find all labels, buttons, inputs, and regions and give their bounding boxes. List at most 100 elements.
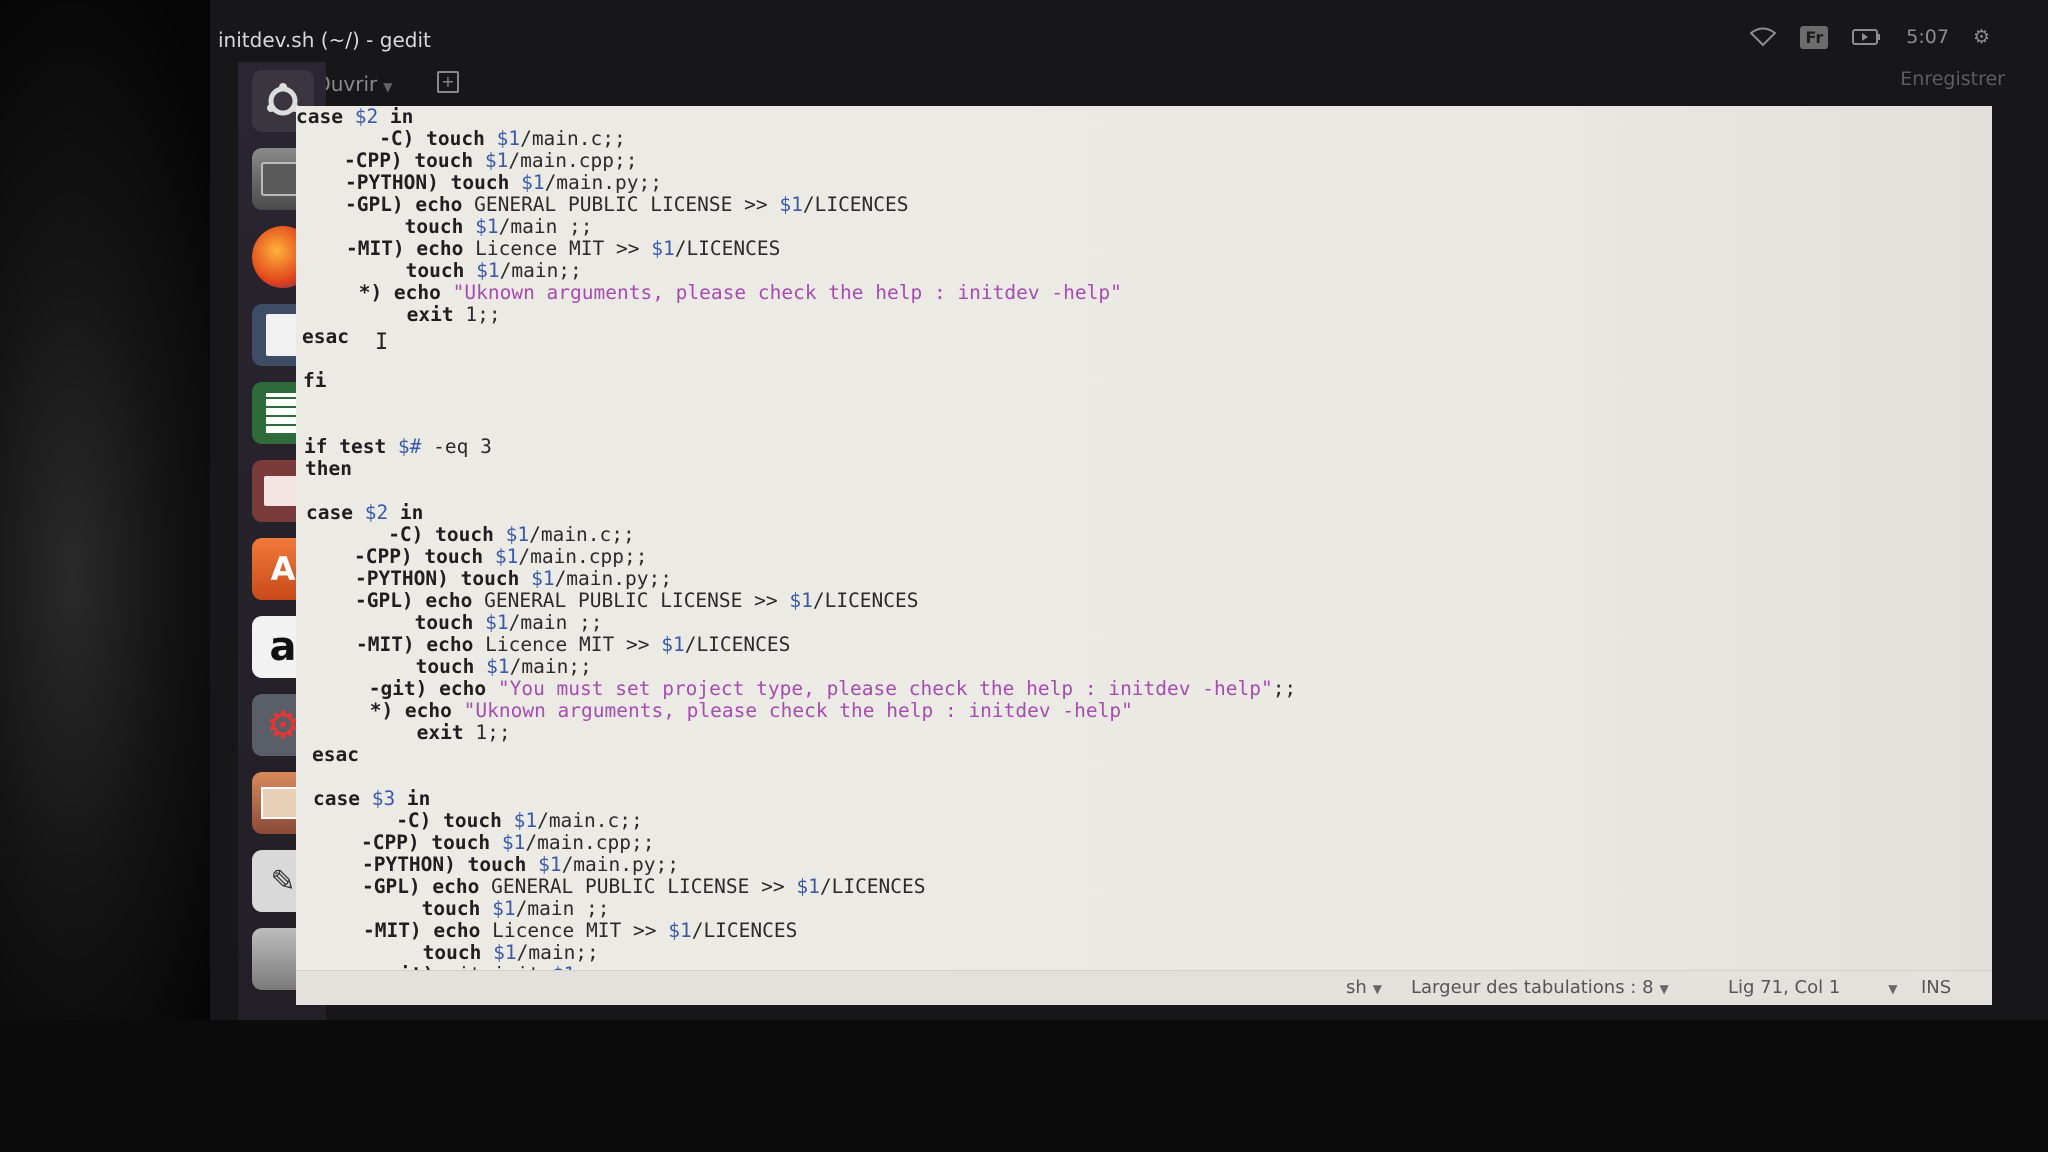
code-text: 1;;: [475, 721, 511, 744]
clock-text: 5:07: [1906, 26, 1949, 48]
code-text: /LICENCES: [802, 193, 909, 216]
text-editor[interactable]: case $2 in -C) touch $1/main.c;; -CPP) t…: [296, 106, 1992, 996]
code-line[interactable]: *) echo "Uknown arguments, please check …: [296, 700, 1296, 722]
code-line[interactable]: case $2 in: [296, 502, 1296, 524]
code-keyword: touch: [414, 611, 486, 634]
code-variable: $1: [476, 259, 500, 282]
code-text: /main ;;: [515, 897, 610, 920]
code-variable: $1: [651, 237, 675, 260]
code-line[interactable]: -C) touch $1/main.c;;: [296, 128, 1296, 150]
code-line[interactable]: case $3 in: [296, 788, 1296, 810]
code-view[interactable]: case $2 in -C) touch $1/main.c;; -CPP) t…: [296, 106, 1296, 986]
code-line[interactable]: [296, 480, 1296, 502]
code-line[interactable]: exit 1;;: [296, 722, 1296, 744]
battery-icon[interactable]: [1852, 22, 1882, 52]
language-selector[interactable]: sh ▼: [1346, 977, 1382, 998]
code-keyword: -GPL) echo: [344, 193, 475, 216]
code-line[interactable]: [296, 766, 1296, 788]
insert-mode-label: INS: [1921, 977, 1952, 998]
code-line[interactable]: -GPL) echo GENERAL PUBLIC LICENSE >> $1/…: [296, 194, 1296, 216]
cursor-position-label: Lig 71, Col 1: [1728, 977, 1841, 998]
status-bar: sh ▼ Largeur des tabulations : 8 ▼ Lig 71,…: [296, 970, 1992, 1005]
code-keyword: -C) touch: [379, 127, 497, 150]
cursor-position[interactable]: Lig 71, Col 1 ▼: [1728, 977, 1898, 998]
amazon-logo-glyph: a: [269, 624, 297, 670]
code-line[interactable]: [296, 392, 1296, 414]
clock[interactable]: 5:07: [1906, 22, 1949, 52]
code-line[interactable]: touch $1/main ;;: [296, 612, 1296, 634]
code-keyword: if test: [304, 435, 398, 458]
code-line[interactable]: esac: [296, 744, 1296, 766]
code-line[interactable]: exit 1;;: [296, 304, 1296, 326]
code-line[interactable]: fi: [296, 370, 1296, 392]
code-text: ;;: [1272, 677, 1297, 700]
code-line[interactable]: -CPP) touch $1/main.cpp;;: [296, 546, 1296, 568]
code-line[interactable]: -MIT) echo Licence MIT >> $1/LICENCES: [296, 634, 1296, 656]
code-keyword: -PYTHON) touch: [354, 567, 532, 590]
code-keyword: case: [313, 787, 372, 810]
code-keyword: touch: [415, 655, 487, 678]
code-line[interactable]: touch $1/main;;: [296, 260, 1296, 282]
spreadsheet-icon: [266, 393, 300, 433]
code-line[interactable]: then: [296, 458, 1296, 480]
code-variable: $#: [397, 435, 422, 458]
code-keyword: esac: [312, 743, 359, 766]
code-line[interactable]: -CPP) touch $1/main.cpp;;: [296, 150, 1296, 172]
language-label: sh: [1346, 977, 1367, 998]
code-line[interactable]: touch $1/main;;: [296, 656, 1296, 678]
keyboard-layout-indicator[interactable]: Fr: [1800, 22, 1829, 52]
code-keyword: in: [378, 106, 414, 128]
code-text: /main;;: [516, 941, 599, 964]
code-line[interactable]: [296, 414, 1296, 436]
code-keyword: exit: [416, 721, 476, 744]
insert-mode[interactable]: INS: [1921, 977, 1951, 998]
code-line[interactable]: -C) touch $1/main.c;;: [296, 810, 1296, 832]
code-line[interactable]: esac: [296, 326, 1296, 348]
code-keyword: touch: [405, 259, 477, 282]
code-line[interactable]: -MIT) echo Licence MIT >> $1/LICENCES: [296, 920, 1296, 942]
code-line[interactable]: -PYTHON) touch $1/main.py;;: [296, 172, 1296, 194]
code-keyword: -GPL) echo: [354, 589, 485, 612]
code-line[interactable]: if test $# -eq 3: [296, 436, 1296, 458]
code-line[interactable]: -GPL) echo GENERAL PUBLIC LICENSE >> $1/…: [296, 876, 1296, 898]
code-line[interactable]: touch $1/main ;;: [296, 216, 1296, 238]
gear-icon[interactable]: ⚙: [1973, 22, 1990, 52]
code-line[interactable]: -PYTHON) touch $1/main.py;;: [296, 854, 1296, 876]
code-line[interactable]: touch $1/main;;: [296, 942, 1296, 964]
code-line[interactable]: -CPP) touch $1/main.cpp;;: [296, 832, 1296, 854]
code-variable: $1: [779, 193, 803, 216]
code-line[interactable]: touch $1/main ;;: [296, 898, 1296, 920]
code-variable: $1: [513, 809, 538, 832]
code-variable: $1: [493, 941, 517, 964]
code-text: Licence MIT >>: [492, 919, 669, 942]
code-variable: $1: [486, 655, 510, 678]
code-text: /main.c;;: [537, 809, 643, 832]
code-line[interactable]: [296, 348, 1296, 370]
save-button[interactable]: Enregistrer: [1900, 68, 2005, 90]
code-keyword: -git) echo: [368, 677, 498, 700]
wifi-icon[interactable]: [1750, 22, 1777, 52]
code-text: Licence MIT >>: [485, 633, 662, 656]
code-line[interactable]: *) echo "Uknown arguments, please check …: [296, 282, 1296, 304]
open-button[interactable]: Ouvrir ▼: [315, 72, 393, 96]
code-variable: $2: [354, 106, 379, 128]
code-text: GENERAL PUBLIC LICENSE >>: [491, 875, 797, 898]
new-document-button[interactable]: +: [437, 71, 459, 93]
code-line[interactable]: -C) touch $1/main.c;;: [296, 524, 1296, 546]
code-line[interactable]: case $2 in: [296, 106, 1296, 128]
code-line[interactable]: -git) echo "You must set project type, p…: [296, 678, 1296, 700]
tab-width-selector[interactable]: Largeur des tabulations : 8 ▼: [1411, 977, 1669, 998]
code-line[interactable]: -MIT) echo Licence MIT >> $1/LICENCES: [296, 238, 1296, 260]
photo-background: [0, 0, 240, 1152]
code-line[interactable]: -PYTHON) touch $1/main.py;;: [296, 568, 1296, 590]
code-variable: $1: [505, 523, 530, 546]
battery-icon-glyph: [1852, 29, 1881, 45]
code-line[interactable]: -GPL) echo GENERAL PUBLIC LICENSE >> $1/…: [296, 590, 1296, 612]
code-variable: $3: [371, 787, 396, 810]
